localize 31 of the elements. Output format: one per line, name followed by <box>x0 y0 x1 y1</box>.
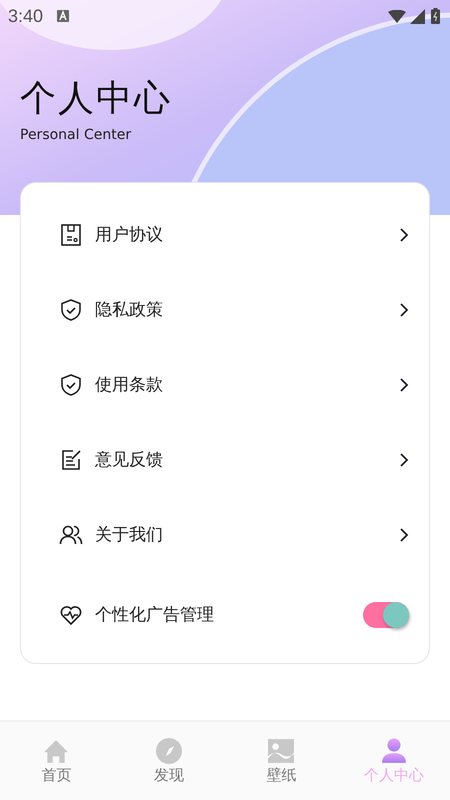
menu-item-label[interactable]: 关于我们 <box>95 523 399 546</box>
person-icon <box>380 738 407 764</box>
edit-note-icon <box>59 448 83 472</box>
wifi-icon <box>388 10 406 22</box>
menu-item-label[interactable]: 使用条款 <box>95 373 399 396</box>
notification-icon <box>57 10 70 22</box>
image-icon <box>268 738 294 764</box>
tab-bar-item[interactable]: 首页 <box>0 722 112 800</box>
menu-item-label[interactable]: 意见反馈 <box>95 448 399 471</box>
status-time: 3:40 <box>8 6 44 26</box>
page-subtitle: Personal Center <box>20 127 132 143</box>
menu-item-label[interactable]: 个性化广告管理 <box>95 603 363 626</box>
chevron-right-icon[interactable] <box>399 526 409 542</box>
home-icon <box>43 738 70 764</box>
toggle-switch[interactable] <box>363 602 409 628</box>
document-icon <box>59 222 83 246</box>
shield-check-icon <box>59 298 83 322</box>
chevron-right-icon[interactable] <box>399 302 409 318</box>
signal-icon <box>410 8 425 24</box>
compass-icon <box>156 738 182 764</box>
battery-icon <box>431 8 440 24</box>
menu-item-label[interactable]: 用户协议 <box>95 223 399 246</box>
tab-bar-item[interactable]: 壁纸 <box>225 722 338 800</box>
chevron-right-icon[interactable] <box>399 452 409 468</box>
shield-check-icon <box>59 372 83 396</box>
users-icon <box>59 522 83 546</box>
chevron-right-icon[interactable] <box>399 376 409 392</box>
tab-bar-item[interactable]: 发现 <box>112 722 225 800</box>
page-title: 个人中心 <box>20 77 173 121</box>
menu-item-label[interactable]: 隐私政策 <box>95 298 399 321</box>
chevron-right-icon[interactable] <box>399 226 409 242</box>
